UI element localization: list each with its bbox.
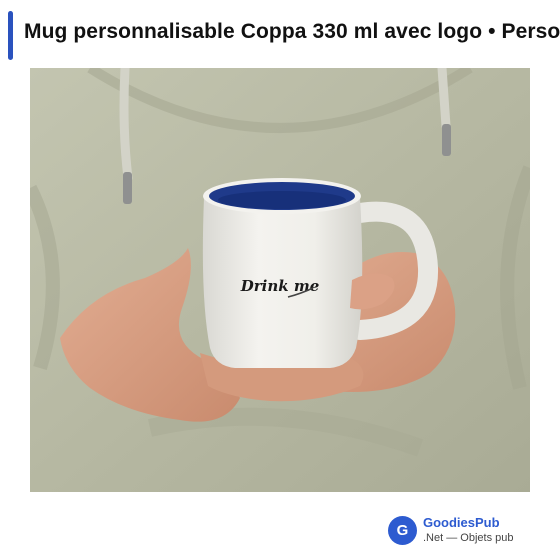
product-image[interactable]: Drink me	[30, 68, 530, 492]
drawstring-right	[437, 68, 451, 131]
title-accent-bar	[8, 11, 13, 60]
drawstring-right-tip	[442, 124, 451, 156]
drawstring-left-tip	[123, 172, 132, 204]
source-attribution[interactable]: G GoodiesPub .Net — Objets pub	[388, 514, 548, 548]
page-title[interactable]: Mug personnalisable Coppa 330 ml avec lo…	[24, 20, 560, 44]
drawstring-left	[119, 68, 133, 183]
source-avatar: G	[388, 516, 417, 545]
mug-print-text: Drink me	[240, 277, 320, 295]
product-photo-svg: Drink me	[30, 68, 530, 492]
mug-inner-shadow	[218, 191, 346, 209]
source-name[interactable]: GoodiesPub	[423, 515, 500, 530]
title-bar: Mug personnalisable Coppa 330 ml avec lo…	[0, 8, 560, 60]
page: Mug personnalisable Coppa 330 ml avec lo…	[0, 0, 560, 560]
source-subtitle: .Net — Objets pub	[423, 532, 514, 544]
